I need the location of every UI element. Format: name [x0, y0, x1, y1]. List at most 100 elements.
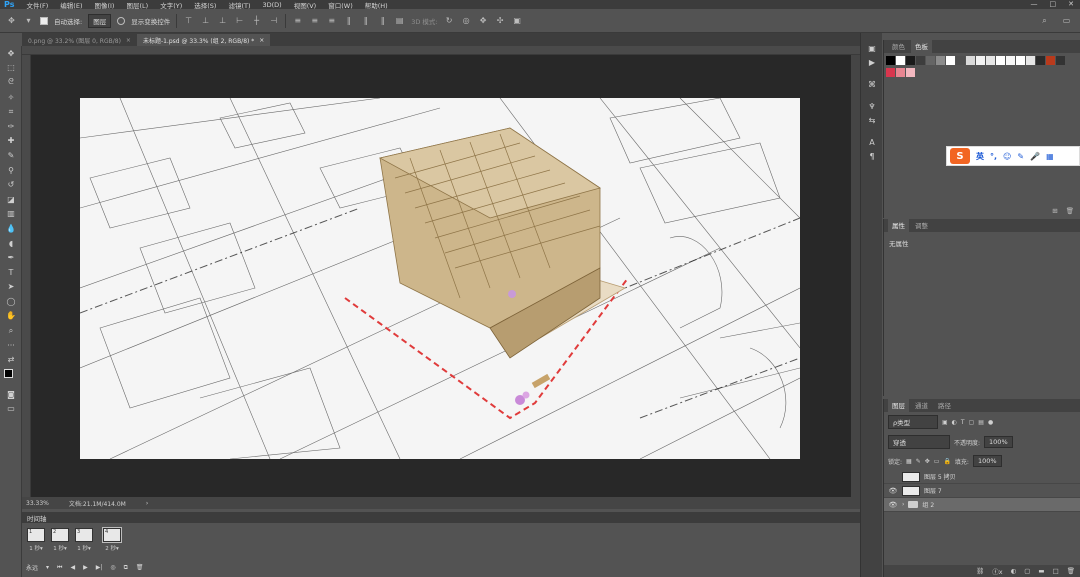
actions-icon[interactable]: ▶ [861, 55, 883, 69]
auto-select-checkbox[interactable] [40, 16, 48, 25]
layer-style-icon[interactable]: ⓕx [992, 566, 1002, 576]
eye-icon[interactable]: 👁 [888, 487, 898, 495]
delete-layer-icon[interactable]: 🗑 [1067, 567, 1075, 575]
new-swatch-icon[interactable]: ⊞ [1052, 207, 1057, 215]
microphone-icon[interactable]: 🎤 [1030, 152, 1040, 161]
handwriting-icon[interactable]: ✎ [1017, 152, 1024, 161]
color-swatch[interactable] [1006, 56, 1015, 65]
distribute-top-icon[interactable]: ≡ [292, 15, 303, 26]
layer-name[interactable]: 图层 7 [924, 486, 942, 495]
layer-row-selected[interactable]: 👁 › 组 2 [884, 498, 1080, 512]
screen-mode-icon[interactable]: ▭ [0, 402, 22, 417]
layer-name[interactable]: 组 2 [922, 500, 934, 509]
toolbox-icon[interactable]: ▦ [1046, 152, 1054, 161]
color-swatch[interactable] [1036, 56, 1045, 65]
document-canvas[interactable] [80, 98, 800, 459]
blend-mode-dropdown[interactable]: 穿透 [888, 435, 950, 449]
quick-mask-icon[interactable]: ◙ [0, 387, 22, 402]
3d-slide-icon[interactable]: ✣ [495, 15, 506, 26]
type-tool-icon[interactable]: T [0, 265, 22, 280]
tab-document-1[interactable]: 未标题-1.psd @ 33.3% (组 2, RGB/8) * × [136, 34, 271, 46]
filter-type-icon[interactable]: T [961, 419, 965, 426]
color-swatch[interactable] [986, 56, 995, 65]
frame-duration[interactable]: 1 秒▾ [77, 544, 91, 552]
close-icon[interactable]: × [259, 37, 264, 44]
color-swatch[interactable] [1016, 56, 1025, 65]
tab-paths[interactable]: 路径 [934, 399, 955, 412]
filter-smart-icon[interactable]: ▤ [978, 419, 984, 426]
delete-frame-icon[interactable]: 🗑 [136, 564, 144, 571]
chevron-down-icon[interactable]: ▾ [23, 15, 34, 26]
frame-duration[interactable]: 2 秒▾ [105, 544, 119, 552]
brush-presets-icon[interactable]: ♆ [861, 99, 883, 113]
zoom-tool-icon[interactable]: ⌕ [0, 323, 22, 338]
color-swatches[interactable] [0, 367, 22, 387]
show-transform-checkbox[interactable] [117, 16, 126, 25]
color-swatch[interactable] [976, 56, 985, 65]
distribute-vcenter-icon[interactable]: ≡ [309, 15, 320, 26]
fill-input[interactable]: 100% [972, 455, 1002, 467]
tween-icon[interactable]: ◎ [110, 564, 115, 571]
more-tools-icon[interactable]: ··· [0, 338, 22, 353]
layer-row[interactable]: 👁 图层 7 [884, 484, 1080, 498]
distribute-bottom-icon[interactable]: ≡ [326, 15, 337, 26]
align-hcenter-icon[interactable]: ┼ [251, 15, 262, 26]
frame-thumbnail[interactable]: 3 [75, 528, 93, 542]
color-swatch[interactable] [996, 56, 1005, 65]
timeline-frame[interactable]: 3 1 秒▾ [74, 528, 94, 552]
move-tool-icon[interactable]: ✥ [0, 46, 22, 61]
brush-tool-icon[interactable]: ✎ [0, 148, 22, 163]
lasso-tool-icon[interactable]: ᘓ [0, 75, 22, 90]
align-left-icon[interactable]: ⊢ [234, 15, 245, 26]
maximize-button[interactable]: □ [1050, 0, 1057, 8]
align-bottom-icon[interactable]: ⊥ [217, 15, 228, 26]
minimize-button[interactable]: — [1031, 0, 1038, 8]
close-icon[interactable]: × [126, 37, 131, 44]
color-swatch[interactable] [926, 56, 935, 65]
color-swatch[interactable] [966, 56, 975, 65]
timeline-title[interactable]: 时间轴 [27, 513, 47, 523]
vertical-scrollbar[interactable] [851, 55, 860, 497]
eraser-tool-icon[interactable]: ◪ [0, 192, 22, 207]
menu-3d[interactable]: 3D(D) [256, 1, 287, 9]
frame-duration[interactable]: 1 秒▾ [53, 544, 67, 552]
color-swatch[interactable] [1046, 56, 1055, 65]
lock-pixels-icon[interactable]: ✎ [916, 458, 921, 465]
duplicate-frame-icon[interactable]: ⧉ [124, 564, 128, 572]
timeline-frame[interactable]: 1 1 秒▾ [26, 528, 46, 552]
close-button[interactable]: ✕ [1068, 0, 1074, 8]
tab-adjustments[interactable]: 调整 [911, 219, 932, 232]
color-swatch[interactable] [906, 68, 915, 77]
auto-select-dropdown[interactable]: 图层 [88, 13, 112, 28]
punctuation-icon[interactable]: °, [990, 152, 997, 161]
chevron-right-icon[interactable]: › [902, 501, 904, 508]
previous-frame-icon[interactable]: ◀ [70, 564, 75, 571]
ellipse-tool-icon[interactable]: ◯ [0, 294, 22, 309]
color-swatch[interactable] [896, 68, 905, 77]
play-icon[interactable]: ▶ [83, 564, 88, 571]
eyedropper-tool-icon[interactable]: ✑ [0, 119, 22, 134]
workspace-icon[interactable]: ▭ [1061, 15, 1072, 26]
color-swatch[interactable] [886, 68, 895, 77]
first-frame-icon[interactable]: ⏮ [57, 564, 62, 572]
auto-align-icon[interactable]: ▤ [394, 15, 405, 26]
character-icon[interactable]: A [861, 135, 883, 149]
frame-thumbnail[interactable]: 2 [51, 528, 69, 542]
history-brush-tool-icon[interactable]: ↺ [0, 177, 22, 192]
next-frame-icon[interactable]: ▶| [96, 564, 103, 571]
color-swatch[interactable] [1056, 56, 1065, 65]
tab-swatches[interactable]: 色板 [911, 40, 932, 53]
frame-thumbnail[interactable]: 1 [27, 528, 45, 542]
healing-tool-icon[interactable]: ✚ [0, 134, 22, 149]
color-swatch[interactable] [896, 56, 905, 65]
frame-duration[interactable]: 1 秒▾ [29, 544, 43, 552]
zoom-level[interactable]: 33.33% [26, 500, 49, 507]
3d-roll-icon[interactable]: ◎ [461, 15, 472, 26]
align-top-icon[interactable]: ⊤ [183, 15, 194, 26]
lock-transparent-icon[interactable]: ▦ [906, 458, 912, 465]
opacity-input[interactable]: 100% [984, 436, 1013, 448]
distribute-left-icon[interactable]: ‖ [343, 15, 354, 26]
marquee-tool-icon[interactable]: ⬚ [0, 61, 22, 76]
timeline-frame[interactable]: 2 1 秒▾ [50, 528, 70, 552]
color-swatch[interactable] [946, 56, 955, 65]
